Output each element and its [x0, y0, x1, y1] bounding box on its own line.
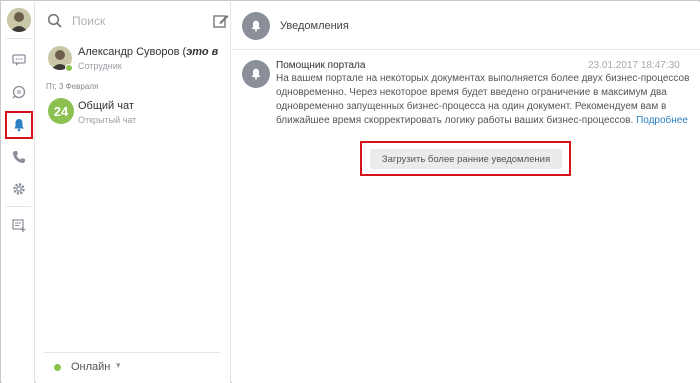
compose-icon[interactable]	[212, 12, 230, 30]
notification-item: Помощник портала 23.01.2017 18:47:30 На …	[232, 54, 700, 138]
chat-subtitle: Сотрудник	[78, 61, 122, 71]
notification-text: На вашем портале на некоторых документах…	[276, 73, 690, 126]
notification-author: Помощник портала	[276, 60, 366, 71]
notification-timestamp: 23.01.2017 18:47:30	[588, 60, 680, 71]
more-link[interactable]: Подробнее	[636, 115, 688, 126]
status-selector[interactable]: Онлайн ▾	[44, 352, 220, 380]
search-icon	[47, 13, 62, 28]
contacts-panel: Поиск Александр Суворов (это в Сотрудник…	[36, 2, 231, 383]
group-avatar: 24	[48, 98, 74, 124]
panel-header: Уведомления	[232, 2, 700, 50]
chat-item-suvorov[interactable]: Александр Суворов (это в Сотрудник	[44, 44, 229, 80]
bell-icon	[242, 60, 270, 88]
chevron-down-icon: ▾	[116, 360, 121, 370]
chat-title: Общий чат	[78, 100, 134, 112]
date-divider: Пт, 3 Февраля	[46, 82, 99, 91]
rail-divider	[6, 206, 31, 207]
gear-icon[interactable]	[7, 177, 31, 201]
search-bar[interactable]: Поиск	[44, 10, 229, 32]
load-more-highlight: Загрузить более ранние уведомления	[360, 141, 571, 176]
notifications-panel: Уведомления Помощник портала 23.01.2017 …	[232, 2, 700, 383]
page-title: Уведомления	[280, 20, 349, 32]
add-chat-icon[interactable]	[7, 213, 31, 237]
chat-bubble-icon[interactable]	[7, 48, 31, 72]
search-input[interactable]: Поиск	[72, 14, 105, 28]
chat-item-general[interactable]: 24 Общий чат Открытый чат	[44, 98, 229, 134]
bell-icon	[242, 12, 270, 40]
left-rail	[2, 2, 35, 383]
chat-subtitle: Открытый чат	[78, 115, 137, 125]
messenger-window: Поиск Александр Суворов (это в Сотрудник…	[0, 0, 700, 383]
phone-icon[interactable]	[7, 145, 31, 169]
history-search-icon[interactable]	[7, 80, 31, 104]
status-dot	[54, 364, 61, 371]
chat-title: Александр Суворов (это в	[78, 46, 219, 58]
rail-divider	[6, 38, 31, 39]
bell-icon	[14, 119, 24, 132]
online-indicator	[65, 64, 73, 72]
load-more-button[interactable]: Загрузить более ранние уведомления	[370, 149, 562, 169]
user-avatar[interactable]	[7, 8, 31, 32]
notifications-bell-button[interactable]	[5, 111, 33, 139]
status-label: Онлайн	[71, 361, 111, 373]
